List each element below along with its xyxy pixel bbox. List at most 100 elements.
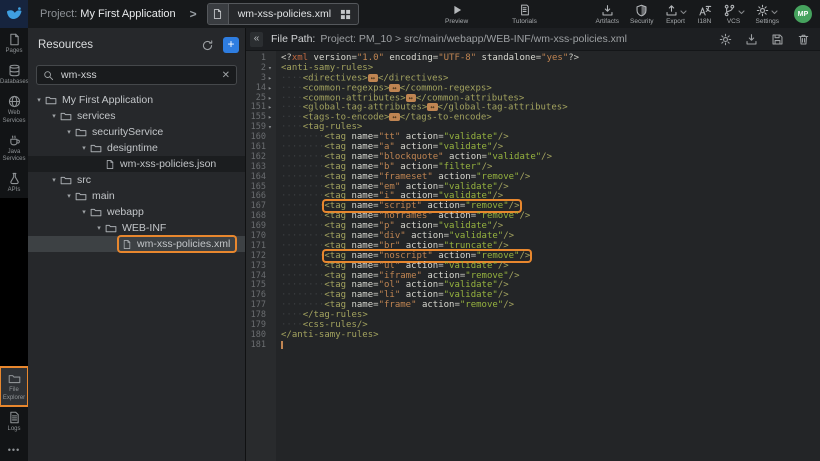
artifacts-button[interactable]: Artifacts: [596, 3, 619, 25]
sidebar-item-pages[interactable]: Pages: [0, 28, 28, 59]
preview-button[interactable]: Preview: [445, 3, 468, 25]
book-icon: [519, 3, 531, 17]
fold-widget-icon[interactable]: ↔: [389, 84, 399, 92]
tree-item[interactable]: ▾services: [28, 108, 245, 124]
tree-item-label: main: [92, 190, 115, 202]
download-icon[interactable]: [745, 33, 758, 46]
branch-icon: [723, 4, 736, 17]
code-text: </anti-samy-rules>: [276, 331, 820, 341]
fold-caret-icon: [268, 143, 276, 153]
sidebar-item-java-services[interactable]: Java Services: [0, 129, 28, 167]
tree-item-label: webapp: [107, 206, 144, 218]
save-icon[interactable]: [771, 33, 784, 46]
code-line-181[interactable]: 181: [246, 341, 820, 351]
add-resource-button[interactable]: +: [223, 37, 239, 53]
wavemaker-logo-icon: [4, 4, 24, 24]
search-box[interactable]: ✕: [36, 65, 237, 85]
fold-caret-icon: [268, 54, 276, 64]
tree-expand-caret-icon[interactable]: ▾: [49, 112, 59, 120]
highlight-box: <tag name="script" action="remove"/>: [324, 201, 519, 211]
security-button[interactable]: Security: [630, 3, 653, 25]
collapse-panel-icon[interactable]: «: [250, 32, 263, 47]
sidebar-item-databases[interactable]: Databases: [0, 59, 28, 90]
fold-caret-icon[interactable]: ▸: [268, 74, 276, 84]
tree-item[interactable]: ▾ src: [28, 172, 245, 188]
editor-settings-gear-icon[interactable]: [719, 33, 732, 46]
tree-expand-caret-icon[interactable]: ▾: [34, 96, 44, 104]
avatar[interactable]: MP: [794, 5, 812, 23]
fold-caret-icon: [268, 222, 276, 232]
export-icon: [665, 4, 678, 17]
tab-wm-xss-policies[interactable]: wm-xss-policies.xml: [207, 3, 359, 25]
preview-label: Preview: [445, 18, 468, 25]
tree-item-label: designtime: [107, 142, 158, 154]
tree-expand-caret-icon[interactable]: ▾: [79, 144, 89, 152]
fold-caret-icon: [268, 281, 276, 291]
fold-widget-icon[interactable]: ↔: [368, 74, 378, 82]
folder-icon: [90, 206, 102, 218]
fold-caret-icon[interactable]: ▸: [268, 103, 276, 113]
tree-item[interactable]: ▾securityService: [28, 124, 245, 140]
line-gutter: 181: [246, 341, 276, 351]
tree-expand-caret-icon[interactable]: ▾: [79, 208, 89, 216]
grid-icon[interactable]: [340, 9, 358, 20]
app-logo[interactable]: [0, 0, 28, 28]
sidebar-item-file-explorer[interactable]: File Explorer: [0, 367, 28, 405]
fold-caret-icon[interactable]: ▸: [268, 113, 276, 123]
vcs-button[interactable]: VCS: [723, 3, 745, 25]
tree-item[interactable]: wm-xss-policies.xml: [28, 236, 245, 252]
refresh-icon[interactable]: [201, 39, 214, 52]
code-line-180[interactable]: 180</anti-samy-rules>: [246, 331, 820, 341]
delete-icon[interactable]: [797, 33, 810, 46]
tree-item[interactable]: ▾ main: [28, 188, 245, 204]
tree-item[interactable]: wm-xss-policies.json: [28, 156, 245, 172]
fold-caret-icon: [268, 262, 276, 272]
fold-widget-icon[interactable]: ↔: [427, 103, 437, 111]
clear-search-icon[interactable]: ✕: [222, 70, 230, 81]
text-cursor: [281, 341, 283, 349]
tree-item[interactable]: ▾ designtime: [28, 140, 245, 156]
code-area[interactable]: 1<?xml version="1.0" encoding="UTF-8" st…: [246, 51, 820, 461]
tree-item[interactable]: ▾WEB-INF: [28, 220, 245, 236]
tree-expand-caret-icon[interactable]: ▾: [64, 128, 74, 136]
folder-icon: [60, 110, 72, 122]
fold-caret-icon[interactable]: ▸: [268, 84, 276, 94]
fold-caret-icon[interactable]: ▾: [268, 64, 276, 74]
export-button[interactable]: Export: [665, 3, 687, 25]
rail-divider: [0, 198, 28, 367]
database-icon: [8, 64, 21, 77]
tree-item[interactable]: ▾ webapp: [28, 204, 245, 220]
sidebar-item-apis[interactable]: APIs: [0, 167, 28, 198]
search-input[interactable]: [59, 68, 217, 82]
tree-item-label: src: [77, 174, 91, 186]
sidebar-item-web-services[interactable]: Web Services: [0, 90, 28, 128]
fold-caret-icon: [268, 311, 276, 321]
code-editor: « File Path: Project: PM_10 > src/main/w…: [246, 28, 820, 461]
fold-caret-icon: [268, 133, 276, 143]
fold-caret-icon[interactable]: ▾: [268, 123, 276, 133]
fold-caret-icon[interactable]: ▸: [268, 94, 276, 104]
tree-item[interactable]: ▾My First Application: [28, 92, 245, 108]
fold-caret-icon: [268, 153, 276, 163]
i18n-button[interactable]: I18N: [698, 3, 712, 25]
tree-expand-caret-icon[interactable]: ▾: [49, 176, 59, 184]
tree-expand-caret-icon[interactable]: ▾: [64, 192, 74, 200]
tree-expand-caret-icon[interactable]: ▾: [94, 224, 104, 232]
tutorials-label: Tutorials: [512, 18, 537, 25]
fold-caret-icon: [268, 301, 276, 311]
folder-icon: [75, 190, 87, 202]
sidebar-item-logs[interactable]: Logs: [0, 406, 28, 437]
project-name[interactable]: My First Application: [80, 8, 175, 20]
fold-caret-icon: [268, 331, 276, 341]
settings-button[interactable]: Settings: [756, 3, 780, 25]
fold-caret-icon: [268, 242, 276, 252]
tutorials-button[interactable]: Tutorials: [512, 3, 537, 25]
more-options-icon[interactable]: •••: [8, 437, 20, 461]
fold-widget-icon[interactable]: ↔: [406, 94, 416, 102]
editor-header: « File Path: Project: PM_10 > src/main/w…: [246, 28, 820, 51]
translate-icon: [698, 3, 712, 17]
coffee-icon: [8, 134, 21, 147]
fold-caret-icon: [268, 212, 276, 222]
fold-widget-icon[interactable]: ↔: [389, 113, 399, 121]
chevron-right-icon: >: [190, 7, 197, 21]
